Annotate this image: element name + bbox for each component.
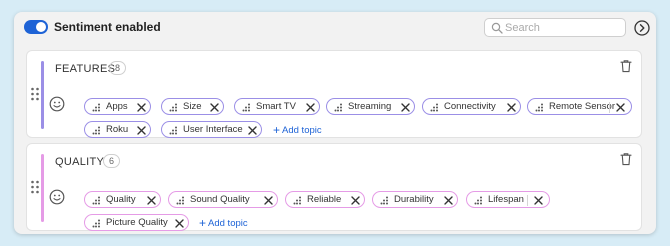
- smiley-icon: [49, 96, 65, 112]
- topic-chip[interactable]: Streaming: [326, 98, 415, 115]
- close-icon[interactable]: [136, 102, 147, 113]
- topic-chip[interactable]: Roku: [84, 121, 151, 138]
- chip-label: Streaming: [348, 101, 392, 112]
- add-topic-label: Add topic: [208, 218, 248, 229]
- close-icon[interactable]: [146, 195, 157, 206]
- topic-section-quality: QUALITY 6 Quality Sound Quality Reliable…: [26, 143, 642, 231]
- dots-grip-icon: [169, 126, 177, 135]
- section-title: FEATURES: [55, 63, 116, 75]
- chip-label: Apps: [106, 101, 128, 112]
- topic-chip[interactable]: Sound Quality: [168, 191, 278, 208]
- close-icon[interactable]: [506, 102, 517, 113]
- chip-label: Quality: [106, 194, 136, 205]
- add-topic-button[interactable]: + Add topic: [199, 216, 248, 230]
- close-icon[interactable]: [533, 195, 544, 206]
- chip-separator: [527, 195, 528, 206]
- toggle-knob: [36, 22, 46, 32]
- search-input[interactable]: [505, 20, 623, 35]
- chip-label: Connectivity: [444, 101, 496, 112]
- sentiment-panel: Sentiment enabled FEATURES 8: [14, 12, 656, 234]
- dots-grip-icon: [92, 219, 100, 228]
- chip-label: Picture Quality: [106, 217, 168, 228]
- chip-label: Reliable: [307, 194, 342, 205]
- chip-label: Lifespan: [488, 194, 524, 205]
- close-icon[interactable]: [305, 102, 316, 113]
- dots-grip-icon: [169, 103, 177, 112]
- panel-header: Sentiment enabled: [14, 12, 656, 46]
- section-accent-bar: [41, 154, 44, 222]
- add-topic-label: Add topic: [282, 125, 322, 136]
- dots-grip-icon: [92, 196, 100, 205]
- drag-handle-icon[interactable]: [30, 180, 40, 194]
- close-icon[interactable]: [400, 102, 411, 113]
- chip-label: Remote Sensor: [549, 101, 616, 112]
- chip-label: Size: [183, 101, 202, 112]
- dots-grip-icon: [176, 196, 184, 205]
- topic-count-badge: 6: [103, 154, 121, 168]
- close-icon[interactable]: [350, 195, 361, 206]
- arrow-right-circle-icon[interactable]: [634, 20, 650, 36]
- dots-grip-icon: [92, 126, 100, 135]
- chip-label: User Interface: [183, 124, 243, 135]
- topic-chip[interactable]: Size: [161, 98, 224, 115]
- add-topic-button[interactable]: + Add topic: [273, 123, 322, 137]
- section-title: QUALITY: [55, 156, 105, 168]
- search-box[interactable]: [484, 18, 626, 37]
- trash-icon[interactable]: [619, 152, 633, 166]
- drag-handle-icon[interactable]: [30, 87, 40, 101]
- close-icon[interactable]: [174, 218, 185, 229]
- topic-chip[interactable]: Remote Sensor: [527, 98, 632, 115]
- topic-chip[interactable]: Durability: [372, 191, 458, 208]
- dots-grip-icon: [92, 103, 100, 112]
- dots-grip-icon: [334, 103, 342, 112]
- search-icon: [491, 22, 503, 34]
- topic-section-features: FEATURES 8 Apps Size Smart TV Streaming: [26, 50, 642, 138]
- chip-label: Smart TV: [256, 101, 296, 112]
- dots-grip-icon: [293, 196, 301, 205]
- close-icon[interactable]: [443, 195, 454, 206]
- chip-label: Durability: [394, 194, 434, 205]
- smiley-icon: [49, 189, 65, 205]
- dots-grip-icon: [380, 196, 388, 205]
- close-icon[interactable]: [263, 195, 274, 206]
- topic-chip[interactable]: User Interface: [161, 121, 262, 138]
- chip-label: Roku: [106, 124, 129, 135]
- close-icon[interactable]: [247, 125, 258, 136]
- plus-icon: +: [273, 123, 281, 137]
- dots-grip-icon: [242, 103, 250, 112]
- close-icon[interactable]: [136, 125, 147, 136]
- chip-label: Sound Quality: [190, 194, 250, 205]
- close-icon[interactable]: [209, 102, 220, 113]
- topic-chip[interactable]: Smart TV: [234, 98, 320, 115]
- section-accent-bar: [41, 61, 44, 129]
- topic-chip[interactable]: Lifespan: [466, 191, 550, 208]
- topic-count-badge: 8: [109, 61, 127, 75]
- chip-separator: [609, 102, 610, 113]
- sentiment-toggle[interactable]: [24, 20, 48, 34]
- topic-chip[interactable]: Reliable: [285, 191, 365, 208]
- topic-chip[interactable]: Picture Quality: [84, 214, 189, 231]
- dots-grip-icon: [535, 103, 543, 112]
- toggle-label: Sentiment enabled: [54, 20, 161, 34]
- close-icon[interactable]: [615, 102, 626, 113]
- topic-chip[interactable]: Quality: [84, 191, 161, 208]
- topic-chip[interactable]: Apps: [84, 98, 151, 115]
- dots-grip-icon: [430, 103, 438, 112]
- dots-grip-icon: [474, 196, 482, 205]
- topic-chip[interactable]: Connectivity: [422, 98, 521, 115]
- trash-icon[interactable]: [619, 59, 633, 73]
- plus-icon: +: [199, 216, 207, 230]
